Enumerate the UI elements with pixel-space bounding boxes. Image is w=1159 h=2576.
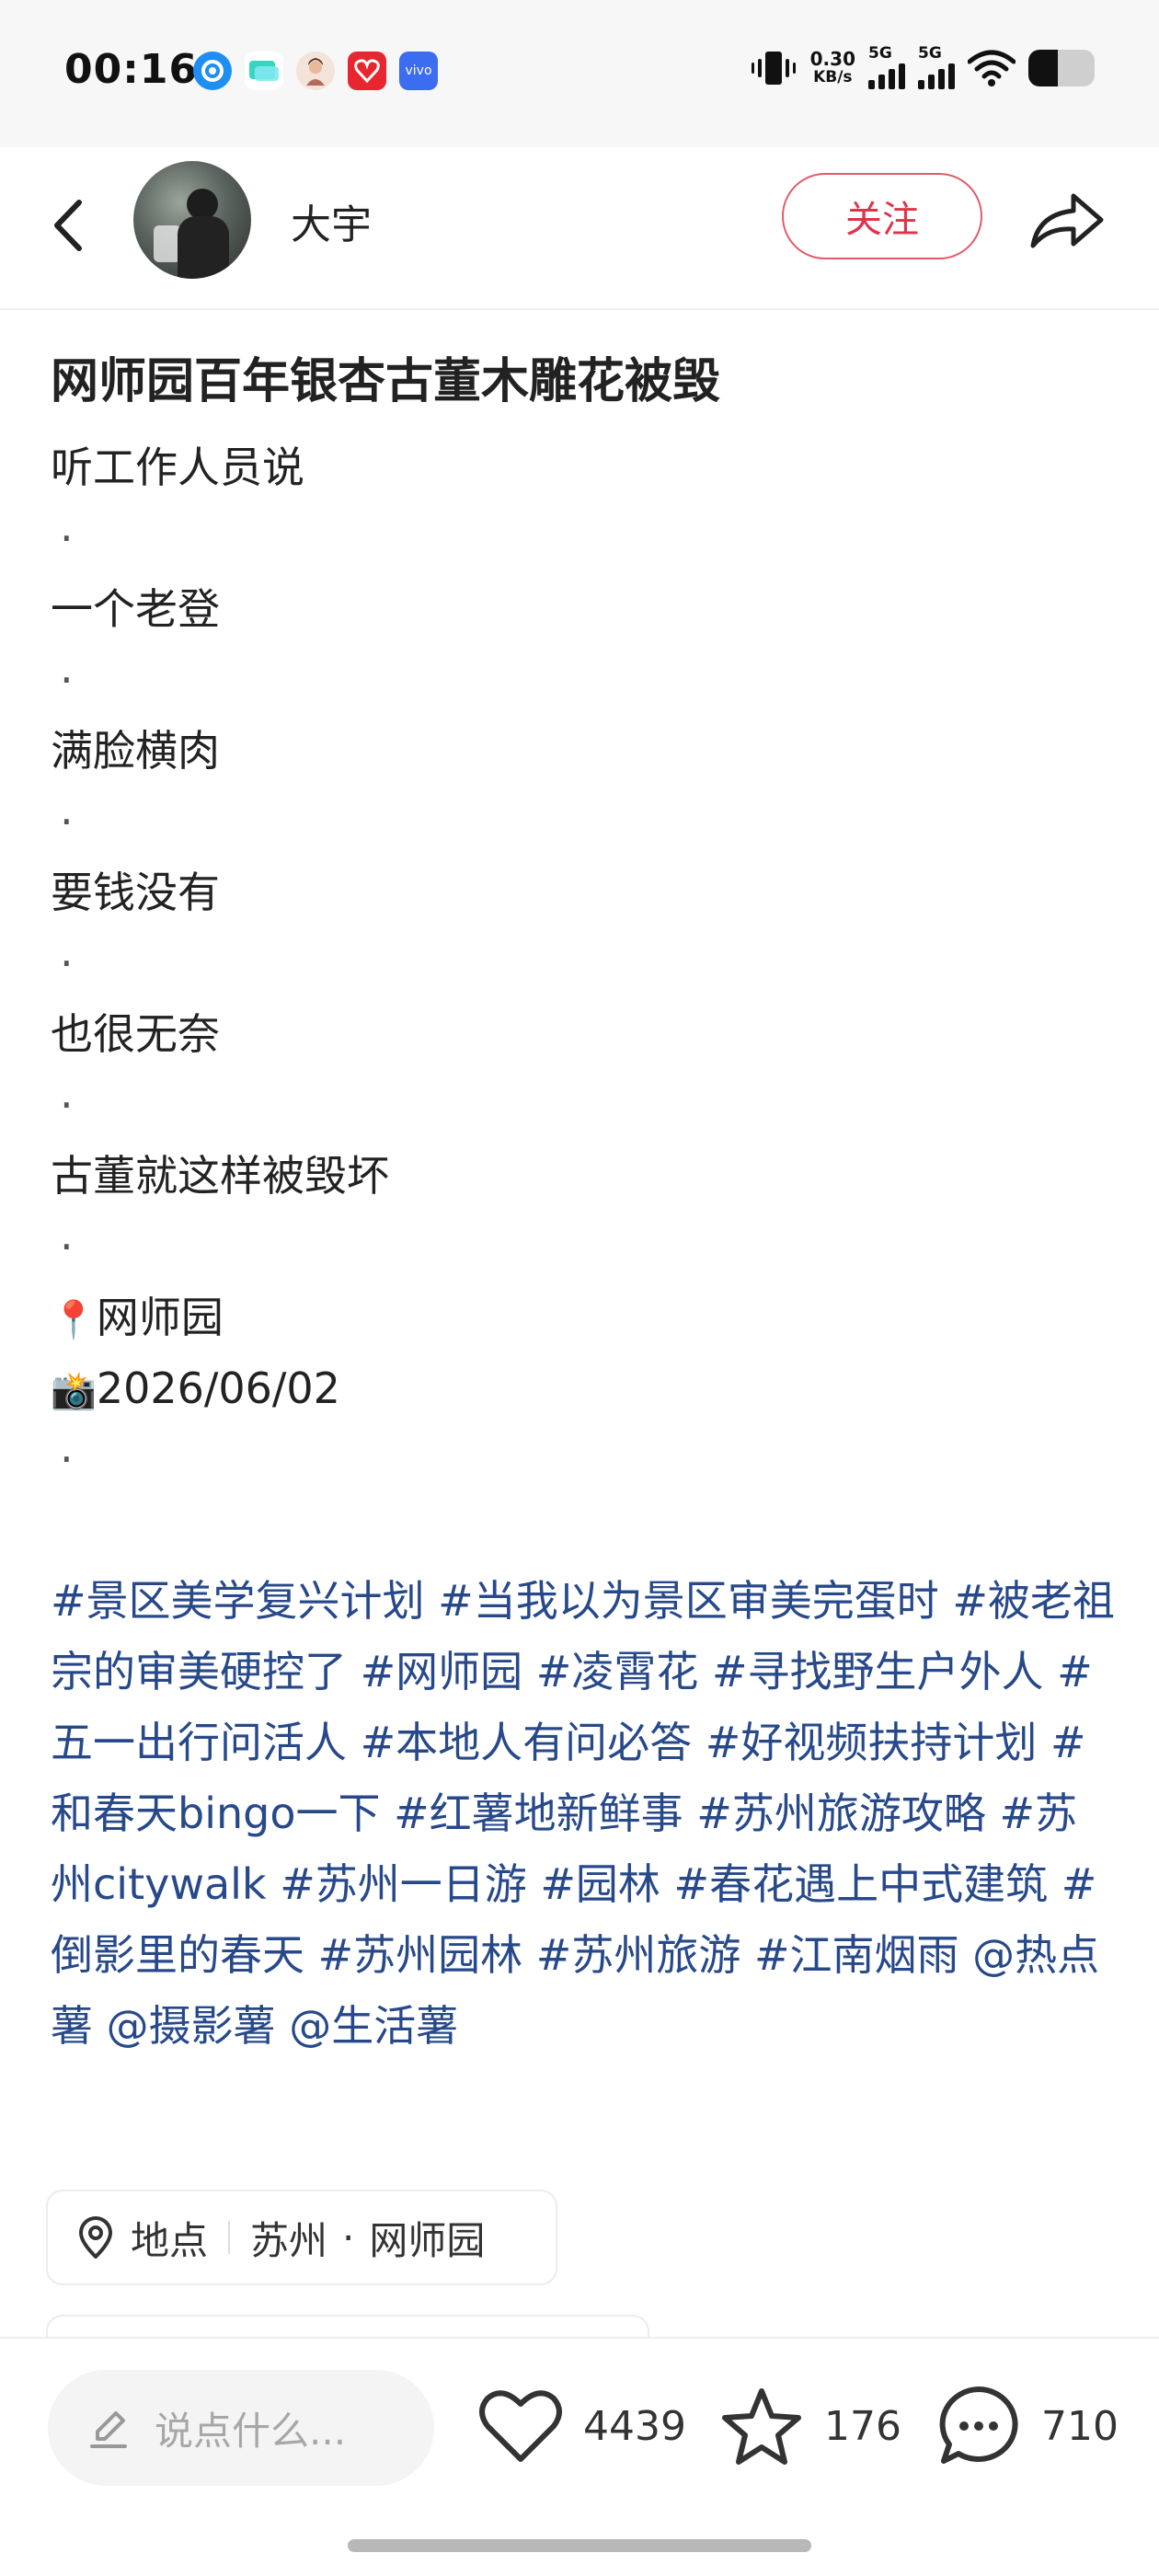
hashtag[interactable]: #春花遇上中式建筑 [674,1859,1049,1909]
hashtag[interactable]: #当我以为景区审美完蛋时 [438,1576,939,1626]
vivo-label: vivo [405,63,432,78]
comment-button[interactable]: 710 [936,2375,1119,2477]
post-header: 大宇 关注 [0,147,1159,310]
vivo-app-icon: vivo [399,52,438,90]
hashtag[interactable]: #园林 [540,1859,660,1909]
like-count: 4439 [583,2402,686,2450]
battery-level [1028,49,1059,86]
avatar-app-icon [296,52,335,90]
hashtag[interactable]: #江南烟雨 [754,1930,959,1980]
location-place: 网师园 [369,2217,486,2263]
share-button[interactable] [1026,179,1108,262]
hashtag[interactable]: #红薯地新鲜事 [394,1788,683,1838]
date-text: 2026/06/02 [96,1363,340,1413]
comment-count: 710 [1041,2402,1119,2450]
hashtag[interactable]: #好视频扶持计划 [706,1718,1038,1767]
camera-emoji-icon: 📸 [51,1370,97,1412]
hashtag[interactable]: #苏州旅游 [536,1930,741,1980]
post-content: 网师园百年银杏古董木雕花被毁 听工作人员说 · 一个老登 · 满脸横肉 · 要钱… [51,331,1118,2062]
hashtag[interactable]: #网师园 [361,1647,523,1696]
dot-separator: · [60,1222,74,1271]
signal-2: 5G [918,46,955,89]
page: 00:16 vivo 0.30 KB/s 5G 5G 大宇 关注 网师园百年银杏… [0,0,1159,2576]
favorite-button[interactable]: 176 [719,2375,901,2477]
divider [228,2221,231,2254]
hashtag[interactable]: #苏州一日游 [280,1859,527,1909]
signal-bars-icon [868,62,905,89]
author-avatar[interactable] [133,161,251,279]
author-name[interactable]: 大宇 [291,191,372,250]
mention[interactable]: @摄影薯 [107,2001,276,2051]
dot-separator: · [60,655,74,705]
comment-input[interactable]: 说点什么... [48,2370,434,2486]
signal-1-label: 5G [868,44,892,63]
post-title: 网师园百年银杏古董木雕花被毁 [51,354,721,409]
pin-emoji-icon: 📍 [51,1299,97,1341]
post-line: 满脸横肉 [51,726,220,776]
wifi-icon [968,50,1016,86]
share-icon [1030,193,1104,248]
status-time: 00:16 [64,46,199,93]
back-button[interactable] [37,184,101,267]
signal-bars-icon [918,62,955,89]
like-button[interactable]: 4439 [478,2375,686,2477]
pencil-icon [90,2411,127,2448]
hashtag[interactable]: #苏州旅游攻略 [696,1788,986,1838]
location-separator: · [342,2214,355,2260]
status-bar: 00:16 vivo 0.30 KB/s 5G 5G [0,0,1159,147]
vibrate-icon [751,51,796,85]
hashtag[interactable]: #苏州园林 [318,1930,523,1980]
chat-app-icon [245,52,283,90]
signal-2-label: 5G [918,44,942,63]
dot-separator: · [60,1434,74,1484]
location-chip[interactable]: 地点 苏州 · 网师园 [46,2190,557,2285]
star-icon [722,2388,801,2465]
place-text: 网师园 [96,1293,224,1342]
heart-app-icon [348,52,386,90]
dot-separator: · [60,513,74,563]
hashtag[interactable]: #凌霄花 [536,1647,699,1696]
post-line: 古董就这样被毁坏 [51,1151,389,1201]
status-app-icons: vivo [193,52,438,90]
net-speed-unit: KB/s [813,67,853,86]
home-indicator[interactable] [348,2539,811,2552]
dot-separator: · [60,938,74,988]
place-line: 📍网师园 [51,1282,1118,1353]
comment-icon [939,2386,1018,2464]
favorite-count: 176 [824,2402,901,2450]
post-line: 也很无奈 [51,1009,220,1059]
dot-separator: · [60,1080,74,1130]
comment-placeholder: 说点什么... [155,2408,347,2454]
hashtag[interactable]: #本地人有问必答 [361,1718,693,1767]
post-line: 一个老登 [51,584,220,634]
mention[interactable]: @生活薯 [289,2001,458,2051]
heart-icon [479,2390,562,2462]
net-speed-value: 0.30 [809,47,855,70]
hashtag-block: #景区美学复兴计划 #当我以为景区审美完蛋时 #被老祖宗的审美硬控了 #网师园 … [51,1566,1118,2062]
signal-1: 5G [868,46,905,89]
hashtag[interactable]: #景区美学复兴计划 [51,1576,425,1626]
chevron-left-icon [54,200,82,251]
location-label: 地点 [131,2217,209,2263]
c-app-icon [193,52,232,90]
hashtag[interactable]: #寻找野生户外人 [712,1647,1044,1696]
dot-separator: · [60,797,74,846]
location-pin-icon [79,2216,112,2259]
battery-icon [1028,49,1095,86]
status-indicators: 0.30 KB/s 5G 5G [750,46,1095,89]
post-line: 听工作人员说 [51,443,304,492]
location-city: 苏州 [250,2217,328,2263]
net-speed: 0.30 KB/s [810,50,855,86]
post-line: 要钱没有 [51,868,220,917]
date-line: 📸2026/06/02 [51,1353,1118,1424]
follow-button[interactable]: 关注 [782,173,982,259]
